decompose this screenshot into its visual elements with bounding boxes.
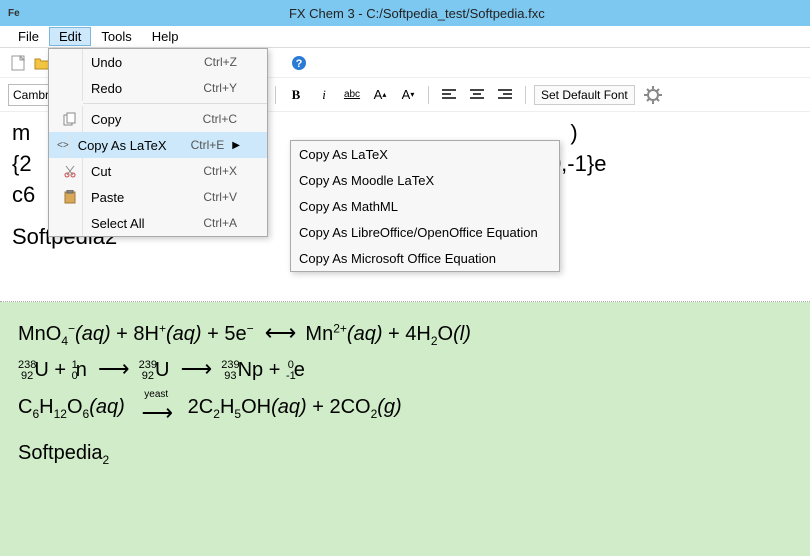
edit-dropdown: UndoCtrl+Z RedoCtrl+Y CopyCtrl+C <>Copy … [48, 48, 268, 237]
submenu-copy-as-libreoffice[interactable]: Copy As LibreOffice/OpenOffice Equation [291, 219, 559, 245]
set-default-font-button[interactable]: Set Default Font [534, 85, 635, 105]
bold-button[interactable]: B [284, 84, 308, 106]
menu-tools[interactable]: Tools [91, 27, 141, 46]
equation-line: 23892U + 10n ⟶ 23992U ⟶ 23993Np + 0-1e [18, 356, 792, 382]
output-text: Softpedia2 [18, 442, 792, 467]
align-left-button[interactable] [437, 84, 461, 106]
submenu-arrow-icon: ▶ [232, 140, 240, 151]
underline-button[interactable]: abc [340, 84, 364, 106]
code-icon: <> [57, 140, 69, 151]
output-preview: MnO4−(aq) + 8H+(aq) + 5e− ⟷ Mn2+(aq) + 4… [0, 302, 810, 556]
editor-text: ) [570, 120, 577, 145]
settings-button[interactable] [639, 84, 667, 106]
submenu-copy-as-mathml[interactable]: Copy As MathML [291, 193, 559, 219]
submenu-copy-as-latex[interactable]: Copy As LaTeX [291, 141, 559, 167]
equation-line: MnO4−(aq) + 8H+(aq) + 5e− ⟷ Mn2+(aq) + 4… [18, 320, 792, 348]
toolbar-separator [275, 86, 276, 104]
help-icon[interactable]: ? [289, 53, 309, 73]
window-title: FX Chem 3 - C:/Softpedia_test/Softpedia.… [32, 6, 802, 21]
align-center-button[interactable] [465, 84, 489, 106]
menu-edit[interactable]: Edit [49, 27, 91, 46]
menu-help[interactable]: Help [142, 27, 189, 46]
toolbar-separator [428, 86, 429, 104]
svg-text:?: ? [296, 58, 303, 70]
menu-select-all[interactable]: Select AllCtrl+A [49, 210, 267, 236]
toolbar-separator [525, 86, 526, 104]
increase-font-button[interactable]: A▴ [368, 84, 392, 106]
decrease-font-button[interactable]: A▾ [396, 84, 420, 106]
italic-button[interactable]: i [312, 84, 336, 106]
align-right-button[interactable] [493, 84, 517, 106]
new-file-icon[interactable] [8, 53, 28, 73]
paste-icon [64, 190, 76, 204]
editor-text: m [12, 120, 30, 145]
app-icon: Fe [8, 8, 20, 19]
menu-copy[interactable]: CopyCtrl+C [49, 106, 267, 132]
menu-separator [83, 103, 267, 104]
copy-icon [63, 112, 77, 126]
menu-bar: File Edit Tools Help [0, 26, 810, 48]
equation-line: C6H12O6(aq) yeast⟶ 2C2H5OH(aq) + 2CO2(g) [18, 390, 792, 426]
menu-file[interactable]: File [8, 27, 49, 46]
formula-right: 2C2H5OH(aq) + 2CO2(g) [188, 396, 402, 418]
formula-left: C6H12O6(aq) [18, 396, 125, 418]
copy-as-submenu: Copy As LaTeX Copy As Moodle LaTeX Copy … [290, 140, 560, 272]
menu-undo[interactable]: UndoCtrl+Z [49, 49, 267, 75]
editor-text: {2 [12, 151, 32, 176]
submenu-copy-as-msoffice[interactable]: Copy As Microsoft Office Equation [291, 245, 559, 271]
title-bar: Fe FX Chem 3 - C:/Softpedia_test/Softped… [0, 0, 810, 26]
cut-icon [63, 164, 77, 178]
editor-text: c6 [12, 182, 35, 207]
menu-cut[interactable]: CutCtrl+X [49, 158, 267, 184]
menu-paste[interactable]: PasteCtrl+V [49, 184, 267, 210]
menu-copy-as-latex[interactable]: <>Copy As LaTeXCtrl+E▶ [49, 132, 267, 158]
submenu-copy-as-moodle-latex[interactable]: Copy As Moodle LaTeX [291, 167, 559, 193]
menu-redo[interactable]: RedoCtrl+Y [49, 75, 267, 101]
